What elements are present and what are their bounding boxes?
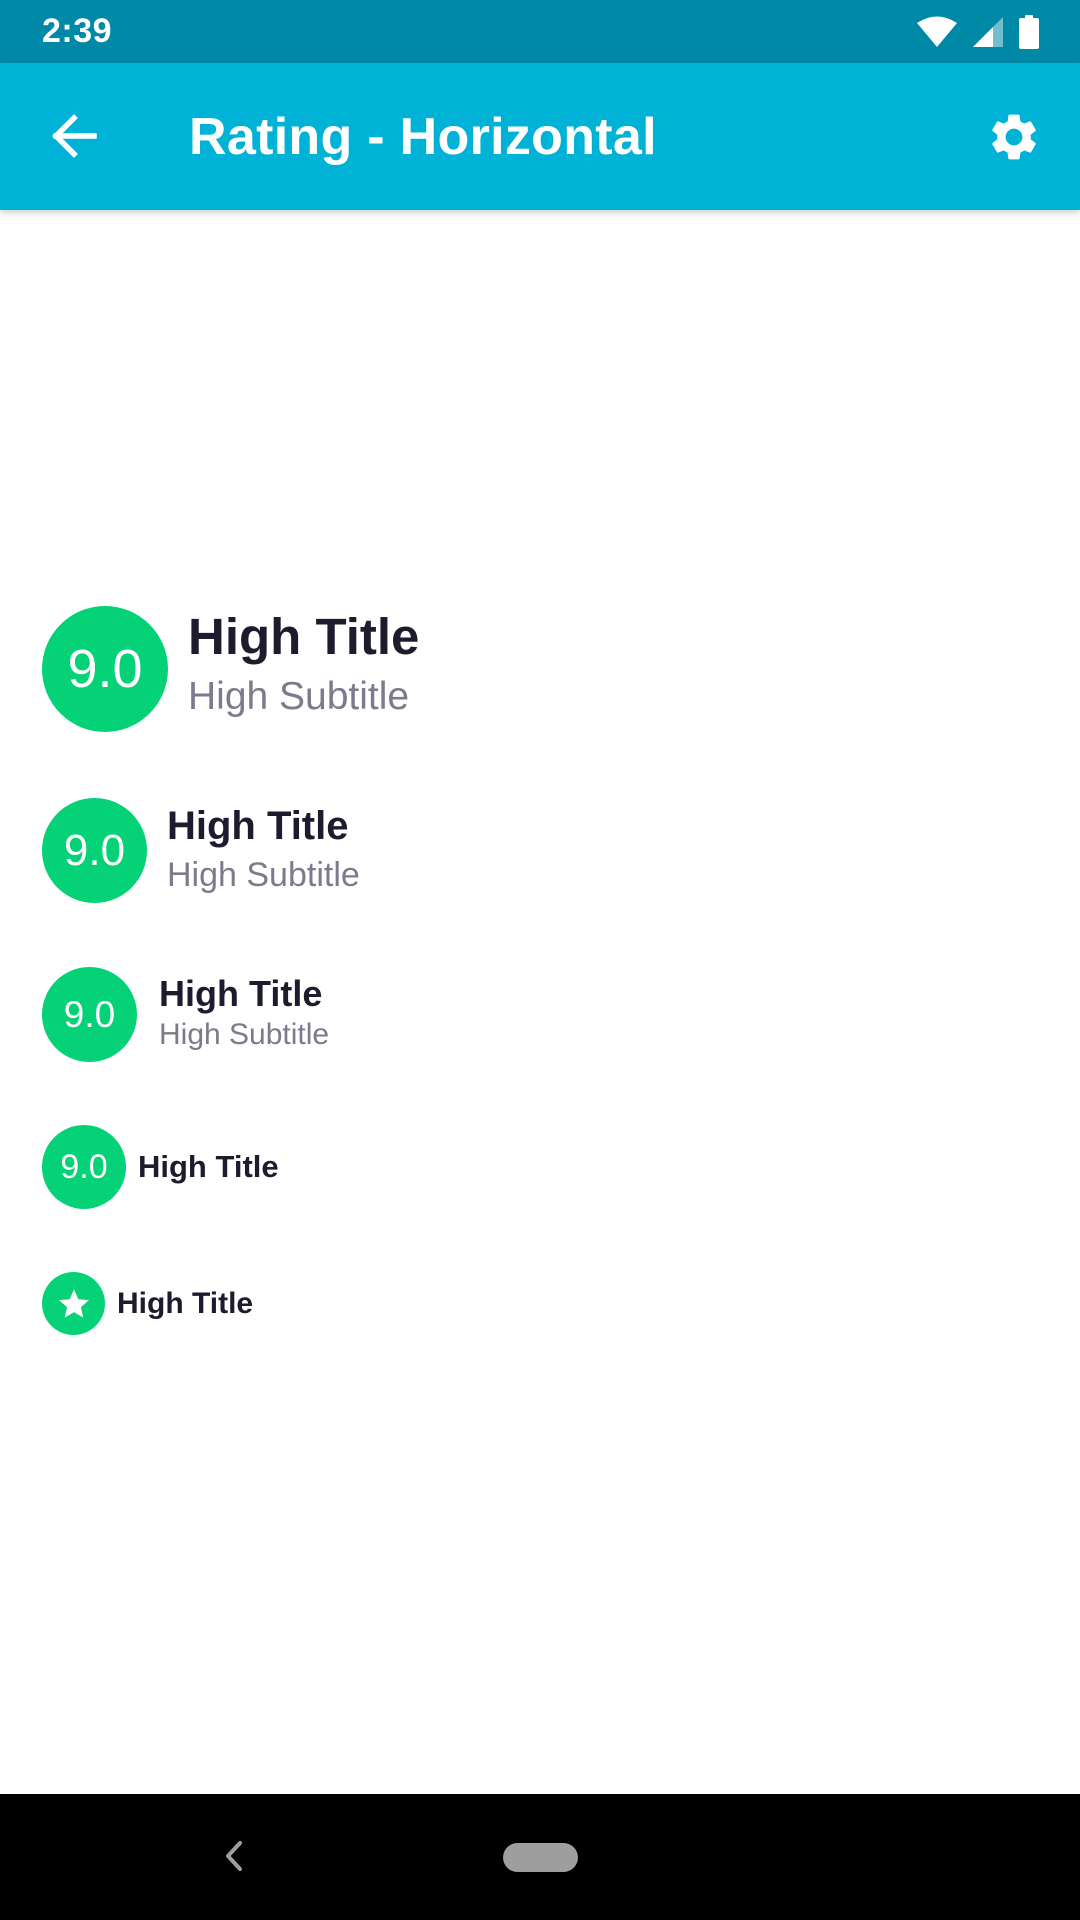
rating-item-small: 9.0 High Title [42, 1125, 279, 1209]
rating-title: High Title [117, 1286, 254, 1320]
rating-score: 9.0 [60, 1147, 108, 1186]
rating-texts: High Title High Subtitle [188, 607, 419, 723]
app-bar: Rating - Horizontal [0, 63, 1080, 210]
rating-item-xl: 9.0 High Title High Subtitle [42, 606, 419, 732]
rating-title: High Title [159, 972, 323, 1014]
rating-badge [42, 1272, 105, 1335]
battery-icon [1019, 14, 1039, 49]
rating-subtitle: High Subtitle [159, 1017, 330, 1051]
status-bar: 2:39 [0, 0, 1080, 63]
nav-back-button[interactable] [212, 1832, 256, 1880]
rating-title: High Title [188, 608, 420, 665]
rating-badge: 9.0 [42, 1125, 126, 1209]
nav-back-icon [226, 1841, 242, 1871]
rating-badge: 9.0 [42, 967, 137, 1062]
rating-score: 9.0 [63, 825, 126, 875]
rating-subtitle: High Subtitle [167, 855, 360, 894]
back-button[interactable] [36, 98, 112, 174]
nav-home-pill[interactable] [503, 1843, 578, 1872]
rating-texts: High Title [117, 1284, 253, 1324]
rating-badge: 9.0 [42, 798, 147, 903]
rating-item-medium: 9.0 High Title High Subtitle [42, 967, 329, 1062]
wifi-icon [917, 16, 957, 47]
rating-item-xs: High Title [42, 1272, 253, 1335]
rating-title: High Title [167, 803, 349, 848]
settings-button[interactable] [974, 97, 1054, 177]
rating-score: 9.0 [67, 639, 143, 699]
rating-subtitle: High Subtitle [188, 675, 410, 718]
cell-signal-icon [973, 16, 1003, 47]
rating-badge: 9.0 [42, 606, 168, 732]
rating-texts: High Title High Subtitle [159, 972, 329, 1054]
gear-icon [992, 114, 1036, 160]
rating-texts: High Title [138, 1147, 279, 1187]
page-title: Rating - Horizontal [189, 107, 657, 166]
rating-texts: High Title High Subtitle [167, 801, 360, 897]
star-icon [58, 1288, 89, 1318]
status-icons [916, 14, 1040, 49]
screen: 2:39 Rating - Horizontal 9.0 High Title … [0, 0, 1080, 1920]
arrow-back-icon [52, 114, 97, 158]
rating-score: 9.0 [63, 993, 116, 1035]
status-time: 2:39 [42, 12, 113, 50]
rating-item-large: 9.0 High Title High Subtitle [42, 798, 360, 903]
rating-title: High Title [138, 1149, 279, 1184]
